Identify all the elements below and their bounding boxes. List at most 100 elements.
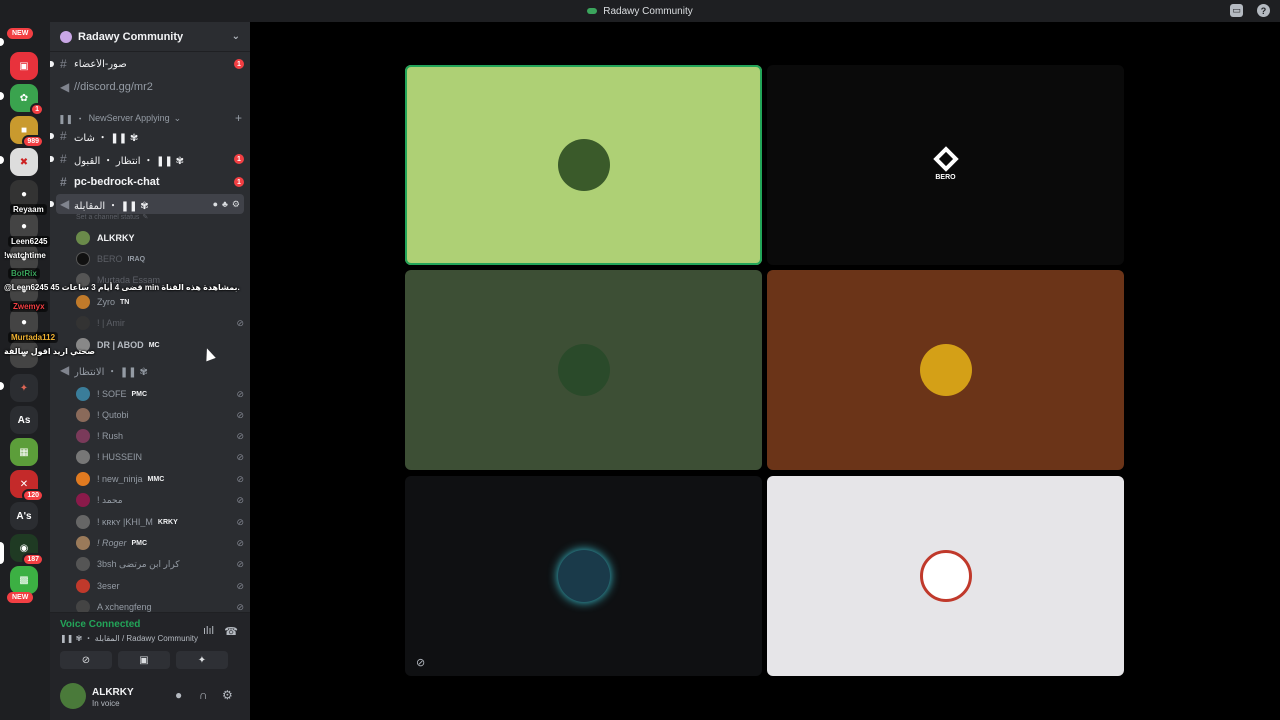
avatar <box>76 557 90 571</box>
user-status: In voice <box>92 699 120 708</box>
voice-member[interactable]: BERO IRAQ <box>76 249 244 269</box>
camera-toggle-button[interactable]: ⊘ <box>60 651 112 669</box>
participant-avatar <box>557 550 610 602</box>
voice-member[interactable]: ! Rush ⊘ <box>76 426 244 446</box>
avatar <box>76 493 90 507</box>
server-icon[interactable]: ■ 989 <box>10 116 44 148</box>
voice-member[interactable]: DR | ABOD MC <box>76 335 244 355</box>
voice-member[interactable]: ! HUSSEIN ⊘ <box>76 447 244 467</box>
disconnect-icon[interactable]: ☎ <box>224 625 238 638</box>
channel-text[interactable]: # صور-الأعضاء 1 <box>50 54 244 74</box>
add-channel-icon[interactable]: + <box>235 111 242 125</box>
pencil-icon: ✎ <box>142 214 149 221</box>
server-badge-icon <box>60 30 72 43</box>
muted-icon: ⊘ <box>236 516 244 527</box>
gear-icon[interactable]: ⚙ <box>222 688 233 702</box>
muted-icon: ⊘ <box>236 601 244 612</box>
participant-label: BERO <box>935 173 956 181</box>
hash-icon: # <box>60 175 67 189</box>
voice-member[interactable]: ALKRKY <box>76 228 244 248</box>
voice-member[interactable]: ! محمد ⊘ <box>76 490 244 510</box>
server-icon[interactable]: ▦ <box>10 438 38 466</box>
channel-text[interactable]: # انتظار ・ القبول ・ ❚❚ ✾ 1 <box>50 149 244 169</box>
server-icon[interactable]: ✖ <box>10 148 38 176</box>
chevron-down-icon: ⌄ <box>231 31 240 42</box>
muted-icon: ⊘ <box>236 317 244 328</box>
channel-text[interactable]: # pc-bedrock-chat 1 <box>56 172 244 192</box>
participant-tile[interactable] <box>767 476 1124 676</box>
overlay-chat-text: !watchtime <box>4 251 46 260</box>
server-icon[interactable]: ✿ 1 <box>10 84 44 116</box>
participant-tile[interactable] <box>405 476 762 676</box>
participant-tile[interactable] <box>767 270 1124 470</box>
server-name: Radawy Community <box>78 30 184 43</box>
overlay-chat-message: Murtada112 <box>8 332 59 343</box>
activity-button[interactable]: ✦ <box>176 651 228 669</box>
avatar <box>76 536 90 550</box>
hash-icon: # <box>60 129 67 143</box>
help-icon[interactable]: ? <box>1257 4 1270 17</box>
voice-member[interactable]: 3eser ⊘ <box>76 576 244 596</box>
muted-icon: ⊘ <box>236 409 244 420</box>
headphones-icon[interactable]: ∩ <box>199 688 208 702</box>
server-icon-text[interactable]: A's <box>10 502 38 530</box>
server-icon-text[interactable]: As <box>10 406 38 434</box>
channel-voice[interactable]: ◀ الانتظار ・ ❚❚ ✾ <box>56 360 244 380</box>
voice-member[interactable]: ! new_ninja MMC ⊘ <box>76 469 244 489</box>
unread-badge: 1 <box>234 59 244 69</box>
user-avatar[interactable] <box>60 683 86 709</box>
microphone-icon[interactable]: ● <box>175 688 182 702</box>
voice-member[interactable]: ! Qutobi ⊘ <box>76 405 244 425</box>
voice-stage: BERO ⊘ <box>250 22 1280 720</box>
server-icon[interactable]: ✦ <box>10 374 38 402</box>
server-icon[interactable]: ✕ 120 <box>10 470 44 502</box>
participant-tile[interactable] <box>405 270 762 470</box>
participant-tile[interactable]: BERO <box>767 65 1124 265</box>
channel-sidebar: Radawy Community ⌄ # صور-الأعضاء 1 ◀ //d… <box>50 22 250 720</box>
user-name: ALKRKY <box>92 687 134 698</box>
server-rail: NEW ▣ ✿ 1 ■ 989 ✖ ● ● ● ● ● ● ✦ As ▦ ✕ 120 … <box>0 22 50 720</box>
muted-icon: ⊘ <box>236 494 244 505</box>
gear-icon[interactable]: ⚙ <box>232 199 240 210</box>
inbox-icon[interactable]: ▭ <box>1230 4 1243 17</box>
title-bar: Radawy Community ▭ ? <box>0 0 1280 22</box>
overlay-chat-text: @Leen6245 45 قضى 4 أيام 3 ساعات min بمشا… <box>4 283 240 292</box>
category-header[interactable]: ❚❚ ・ NewServer Applying ⌄ + <box>58 110 242 126</box>
chevron-down-icon: ⌄ <box>173 112 182 123</box>
participant-avatar <box>557 344 610 396</box>
new-badge: NEW <box>7 28 34 39</box>
avatar <box>76 429 90 443</box>
muted-icon: ⊘ <box>236 537 244 548</box>
voice-member[interactable]: ! Roger PMC ⊘ <box>76 533 244 553</box>
selected-pip <box>0 542 4 564</box>
muted-icon: ⊘ <box>236 430 244 441</box>
speaker-icon: ◀ <box>60 197 70 211</box>
unread-badge: 1 <box>234 177 244 187</box>
server-header[interactable]: Radawy Community ⌄ <box>50 22 250 52</box>
unread-badge: 1 <box>234 154 244 164</box>
server-icon[interactable]: ◉ 187 <box>10 534 44 566</box>
avatar <box>76 316 90 330</box>
voice-member[interactable]: ! | Amir ⊘ <box>76 313 244 333</box>
channel-voice[interactable]: ◀ //discord.gg/mr2 <box>56 77 244 97</box>
chat-icon[interactable]: ● <box>213 199 218 210</box>
voice-location[interactable]: ❚❚ ✾ ・ المقابلة / Radawy Community <box>60 633 198 644</box>
voice-member[interactable]: ! SOFE PMC ⊘ <box>76 384 244 404</box>
avatar <box>76 408 90 422</box>
noise-suppression-icon[interactable]: ılıl <box>203 625 214 637</box>
channel-status-field[interactable]: Set a channel status ✎ <box>76 210 244 224</box>
invite-icon[interactable]: ♣ <box>222 199 228 210</box>
server-icon[interactable]: ▣ <box>10 52 38 80</box>
overlay-chat-message: Zwemyx <box>10 301 48 312</box>
participant-tile[interactable] <box>405 65 762 265</box>
voice-member[interactable]: Zyro TN <box>76 292 244 312</box>
server-icon[interactable]: ▩ <box>10 566 38 594</box>
voice-member[interactable]: ! ĸʀĸʏ |KHI_M KRKY ⊘ <box>76 512 244 532</box>
screen-share-button[interactable]: ▣ <box>118 651 170 669</box>
channel-text[interactable]: # شات ・ ❚❚ ✾ <box>50 126 244 146</box>
muted-icon: ⊘ <box>236 558 244 569</box>
avatar <box>76 515 90 529</box>
voice-member[interactable]: 3bsh كرار ابن مرتضى ⊘ <box>76 554 244 574</box>
avatar <box>76 231 90 245</box>
avatar <box>76 579 90 593</box>
